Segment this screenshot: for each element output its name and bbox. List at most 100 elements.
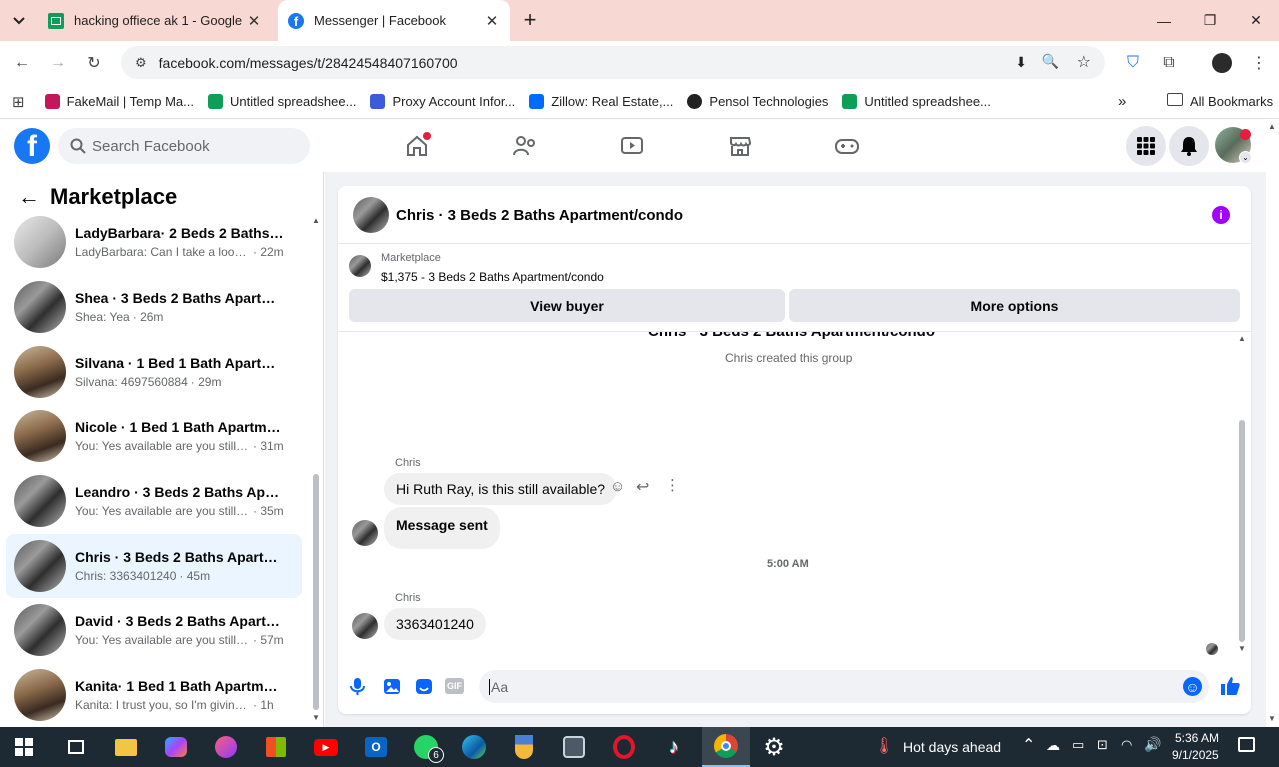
taskbar-edge[interactable] bbox=[454, 727, 494, 767]
bookmark-star-icon[interactable]: ☆ bbox=[1077, 52, 1091, 72]
conversation-item[interactable]: Leandro · 3 Beds 2 Baths Apart... You: Ye… bbox=[6, 469, 302, 533]
message-bubble[interactable]: Message sent bbox=[384, 507, 500, 549]
conversation-item[interactable]: Shea · 3 Beds 2 Baths Apartmen... Shea: Y… bbox=[6, 275, 302, 339]
bookmark-item[interactable]: Zillow: Real Estate,... bbox=[529, 94, 673, 109]
tab-google-sheets[interactable]: hacking offiece ak 1 - Google Sh ✕ bbox=[38, 0, 272, 41]
conversation-item[interactable]: Kanita· 1 Bed 1 Bath Apartment/... Kanita… bbox=[6, 663, 302, 727]
taskbar-file-explorer[interactable] bbox=[106, 727, 146, 767]
nav-video[interactable] bbox=[612, 130, 652, 162]
close-tab-icon[interactable]: ✕ bbox=[484, 12, 500, 30]
sidebar-scrollbar[interactable]: ▲ ▼ bbox=[311, 216, 321, 724]
chat-title[interactable]: Chris · 3 Beds 2 Baths Apartment/condo bbox=[396, 207, 683, 224]
close-window-button[interactable]: ✕ bbox=[1233, 0, 1279, 41]
taskbar-settings[interactable]: ⚙ bbox=[754, 727, 794, 767]
reload-button[interactable]: ↻ bbox=[80, 49, 108, 77]
zoom-icon[interactable]: 🔍 bbox=[1042, 53, 1059, 70]
menu-button[interactable] bbox=[1126, 126, 1166, 166]
message-bubble[interactable]: Hi Ruth Ray, is this still available? bbox=[384, 473, 618, 505]
react-emoji-icon[interactable]: ☺ bbox=[610, 478, 625, 495]
page-scrollbar[interactable]: ▲ ▼ bbox=[1266, 120, 1279, 727]
onedrive-cloud-icon[interactable]: ☁ bbox=[1046, 737, 1060, 754]
volume-icon[interactable]: 🔊 bbox=[1144, 736, 1161, 753]
conversation-info-button[interactable]: i bbox=[1212, 206, 1230, 224]
conversation-item-selected[interactable]: Chris · 3 Beds 2 Baths Apartmen... Chris:… bbox=[6, 534, 302, 598]
message-bubble[interactable]: 3363401240 bbox=[384, 608, 486, 640]
taskbar-app[interactable] bbox=[206, 727, 246, 767]
conversation-item[interactable]: Silvana · 1 Bed 1 Bath Apartment... Silva… bbox=[6, 340, 302, 404]
more-options-button[interactable]: More options bbox=[789, 289, 1240, 322]
nav-friends[interactable] bbox=[505, 130, 545, 162]
message-input[interactable]: Aa ☺ bbox=[479, 670, 1209, 703]
minimize-button[interactable]: — bbox=[1141, 0, 1187, 41]
back-arrow-icon[interactable]: ← bbox=[18, 184, 40, 210]
close-tab-icon[interactable]: ✕ bbox=[246, 12, 262, 30]
search-input[interactable]: Search Facebook bbox=[58, 128, 310, 164]
more-actions-icon[interactable]: ⋮ bbox=[665, 476, 680, 494]
facebook-logo[interactable]: f bbox=[14, 128, 50, 164]
tab-search-button[interactable] bbox=[8, 10, 30, 32]
chat-scrollbar[interactable]: ▲ ▼ bbox=[1237, 334, 1247, 656]
conversation-item[interactable]: LadyBarbara· 2 Beds 2 Baths Ap... LadyBar… bbox=[6, 210, 302, 274]
forward-button[interactable]: → bbox=[44, 49, 72, 77]
attach-photo-button[interactable] bbox=[383, 678, 401, 700]
wifi-icon[interactable]: ◠ bbox=[1121, 737, 1132, 753]
taskbar-app-terminal[interactable] bbox=[554, 727, 594, 767]
site-info-icon[interactable]: ⚙ bbox=[135, 55, 147, 71]
apps-grid-icon[interactable]: ⊞ bbox=[12, 93, 25, 111]
install-app-icon[interactable]: ⬇ bbox=[1015, 54, 1027, 71]
taskbar-app-medal[interactable] bbox=[504, 727, 544, 767]
chat-avatar[interactable] bbox=[353, 197, 389, 233]
clock-date[interactable]: 9/1/2025 bbox=[1172, 748, 1219, 762]
network-icon[interactable]: ⊡ bbox=[1097, 737, 1108, 753]
menu-kebab-icon[interactable]: ⋮ bbox=[1245, 49, 1273, 77]
nav-marketplace[interactable] bbox=[720, 130, 760, 162]
weather-icon[interactable]: 🌡 bbox=[874, 736, 894, 756]
voice-clip-button[interactable] bbox=[350, 677, 366, 700]
view-buyer-button[interactable]: View buyer bbox=[349, 289, 785, 322]
start-button[interactable] bbox=[4, 727, 44, 767]
battery-icon[interactable]: ▭ bbox=[1072, 737, 1084, 753]
gif-button[interactable]: GIF bbox=[445, 678, 464, 694]
back-button[interactable]: ← bbox=[8, 49, 36, 77]
taskbar-store[interactable] bbox=[256, 727, 296, 767]
bookmark-item[interactable]: Untitled spreadshee... bbox=[842, 94, 991, 109]
extensions-puzzle-icon[interactable]: ⧉ bbox=[1155, 49, 1183, 77]
emoji-picker-icon[interactable]: ☺ bbox=[1183, 677, 1202, 696]
profile-avatar[interactable] bbox=[1212, 53, 1232, 73]
taskbar-youtube[interactable]: ▶ bbox=[306, 727, 346, 767]
taskbar-chrome[interactable] bbox=[702, 727, 750, 767]
notifications-button[interactable] bbox=[1169, 126, 1209, 166]
new-tab-button[interactable]: + bbox=[518, 7, 542, 32]
address-bar[interactable]: ⚙ facebook.com/messages/t/28424548407160… bbox=[121, 46, 1105, 79]
clock-time[interactable]: 5:36 AM bbox=[1175, 731, 1219, 745]
show-hidden-icons-chevron-icon[interactable]: ⌃ bbox=[1022, 735, 1035, 755]
notification-center-icon[interactable] bbox=[1238, 737, 1255, 752]
bookmark-item[interactable]: Pensol Technologies bbox=[687, 94, 828, 109]
reply-icon[interactable]: ↩ bbox=[636, 477, 649, 497]
listing-detail[interactable]: $1,375 - 3 Beds 2 Baths Apartment/condo bbox=[381, 270, 604, 284]
sender-name: Chris bbox=[395, 457, 421, 469]
account-avatar[interactable]: ⌄ bbox=[1215, 127, 1252, 164]
task-view-button[interactable] bbox=[56, 727, 96, 767]
nav-home[interactable] bbox=[397, 130, 437, 162]
tab-messenger[interactable]: f Messenger | Facebook ✕ bbox=[278, 0, 510, 41]
send-like-button[interactable] bbox=[1220, 676, 1240, 701]
conversation-item[interactable]: David · 3 Beds 2 Baths Apartme... You: Ye… bbox=[6, 598, 302, 662]
all-bookmarks-link[interactable]: All Bookmarks bbox=[1190, 94, 1273, 109]
extension-shield-icon[interactable]: ⛉ bbox=[1119, 49, 1147, 77]
weather-text[interactable]: Hot days ahead bbox=[903, 739, 1001, 755]
taskbar-opera[interactable] bbox=[604, 727, 644, 767]
bookmark-item[interactable]: Untitled spreadshee... bbox=[207, 94, 356, 109]
taskbar-copilot[interactable] bbox=[156, 727, 196, 767]
app-icon bbox=[563, 736, 585, 758]
taskbar-whatsapp[interactable]: 6 bbox=[406, 727, 446, 767]
bookmark-item[interactable]: Proxy Account Infor... bbox=[370, 94, 515, 109]
taskbar-tiktok[interactable]: ♪ bbox=[654, 727, 694, 767]
taskbar-outlook[interactable]: O bbox=[356, 727, 396, 767]
sticker-button[interactable] bbox=[415, 678, 433, 700]
more-bookmarks-chevron-icon[interactable]: » bbox=[1118, 93, 1126, 110]
restore-button[interactable]: ❐ bbox=[1187, 0, 1233, 41]
bookmark-item[interactable]: FakeMail | Temp Ma... bbox=[44, 94, 194, 109]
nav-gaming[interactable] bbox=[827, 130, 867, 162]
conversation-item[interactable]: Nicole · 1 Bed 1 Bath Apartment... You: Y… bbox=[6, 404, 302, 468]
